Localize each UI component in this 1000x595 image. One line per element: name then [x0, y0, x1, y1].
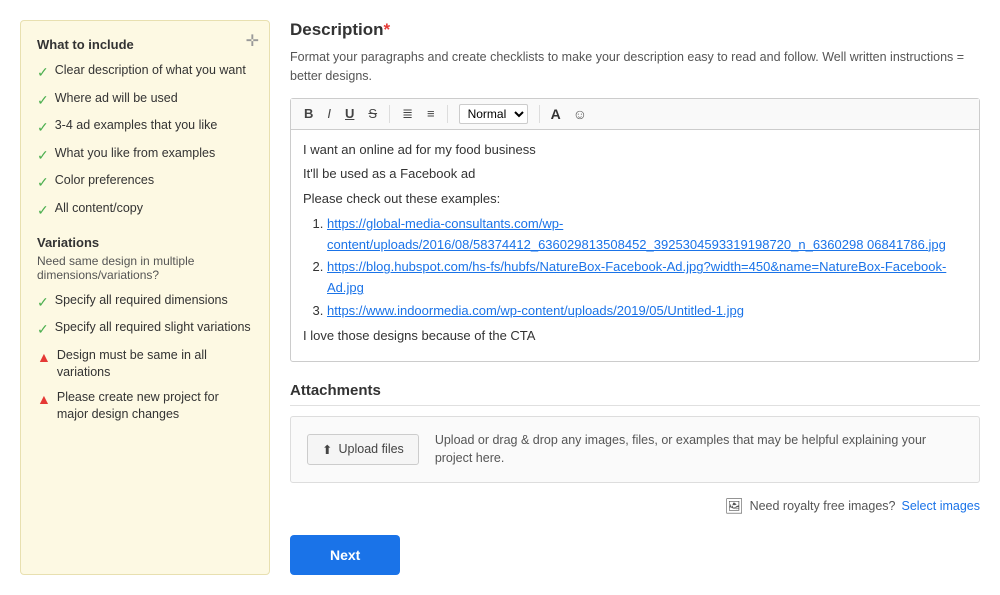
- sidebar-item: ✓ What you like from examples: [37, 145, 253, 166]
- upload-icon: ⬆: [322, 442, 332, 457]
- upload-button[interactable]: ⬆ Upload files: [307, 434, 419, 465]
- sidebar-item: ✓ Clear description of what you want: [37, 62, 253, 83]
- description-subtitle: Format your paragraphs and create checkl…: [290, 48, 980, 86]
- bold-button[interactable]: B: [299, 104, 318, 123]
- upload-label: Upload files: [338, 442, 403, 456]
- move-icon[interactable]: ✛: [246, 31, 259, 51]
- sidebar-item-text: What you like from examples: [55, 145, 215, 163]
- editor-container: B I U S ≣ ≡ Normal Small Large Huge A ☺: [290, 98, 980, 362]
- variations-subtitle: Need same design in multiple dimensions/…: [37, 254, 253, 282]
- sidebar-item-text: Color preferences: [55, 172, 154, 190]
- emoji-icon[interactable]: ☺: [569, 104, 591, 124]
- sidebar-item: ✓ All content/copy: [37, 200, 253, 221]
- font-color-icon[interactable]: A: [547, 104, 565, 124]
- editor-link-2: https://blog.hubspot.com/hs-fs/hubfs/Nat…: [327, 257, 967, 299]
- editor-toolbar: B I U S ≣ ≡ Normal Small Large Huge A ☺: [291, 99, 979, 130]
- underline-button[interactable]: U: [340, 104, 359, 123]
- check-icon: ✓: [37, 201, 49, 221]
- editor-link-3: https://www.indoormedia.com/wp-content/u…: [327, 301, 967, 322]
- warn-icon: ▲: [37, 390, 51, 410]
- main-content: Description* Format your paragraphs and …: [290, 20, 980, 575]
- variation-item: ▲ Please create new project for major des…: [37, 389, 253, 424]
- royalty-text: Need royalty free images?: [750, 499, 896, 513]
- sidebar-item: ✓ Where ad will be used: [37, 90, 253, 111]
- variation-item: ▲ Design must be same in all variations: [37, 347, 253, 382]
- variation-item: ✓ Specify all required slight variations: [37, 319, 253, 340]
- sidebar-item: ✓ 3-4 ad examples that you like: [37, 117, 253, 138]
- strikethrough-button[interactable]: S: [363, 104, 382, 123]
- editor-line-4: I love those designs because of the CTA: [303, 326, 967, 347]
- toolbar-sep-1: [389, 105, 390, 123]
- unordered-list-button[interactable]: ≡: [422, 104, 440, 123]
- variations-title: Variations: [37, 235, 253, 250]
- editor-line-3: Please check out these examples:: [303, 189, 967, 210]
- sidebar-title: What to include: [37, 37, 253, 52]
- italic-button[interactable]: I: [322, 104, 336, 123]
- sidebar-item: ✓ Color preferences: [37, 172, 253, 193]
- warn-icon: ▲: [37, 348, 51, 368]
- check-icon: ✓: [37, 293, 49, 313]
- variation-item-text: Specify all required dimensions: [55, 292, 228, 310]
- next-button[interactable]: Next: [290, 535, 400, 575]
- ordered-list-button[interactable]: ≣: [397, 104, 418, 124]
- check-icon: ✓: [37, 118, 49, 138]
- variation-item-text: Please create new project for major desi…: [57, 389, 253, 424]
- upload-description: Upload or drag & drop any images, files,…: [435, 431, 963, 469]
- variation-item-text: Design must be same in all variations: [57, 347, 253, 382]
- sidebar-item-text: All content/copy: [55, 200, 143, 218]
- image-icon: 🖼: [725, 497, 744, 515]
- sidebar-item-text: 3-4 ad examples that you like: [55, 117, 218, 135]
- toolbar-sep-2: [447, 105, 448, 123]
- editor-link-1: https://global-media-consultants.com/wp-…: [327, 214, 967, 256]
- sidebar-item-text: Clear description of what you want: [55, 62, 246, 80]
- toolbar-sep-3: [539, 105, 540, 123]
- font-size-select[interactable]: Normal Small Large Huge: [459, 104, 528, 124]
- upload-area: ⬆ Upload files Upload or drag & drop any…: [290, 416, 980, 484]
- variation-items-list: ✓ Specify all required dimensions ✓ Specify…: [37, 292, 253, 424]
- page-container: ✛ What to include ✓ Clear description of …: [0, 0, 1000, 595]
- royalty-row: 🖼 Need royalty free images? Select image…: [290, 497, 980, 515]
- sidebar-item-text: Where ad will be used: [55, 90, 178, 108]
- required-star: *: [384, 20, 391, 39]
- editor-wrapper: I want an online ad for my food business…: [291, 130, 979, 361]
- check-icon: ✓: [37, 146, 49, 166]
- check-icon: ✓: [37, 320, 49, 340]
- check-icon: ✓: [37, 63, 49, 83]
- check-icon: ✓: [37, 91, 49, 111]
- sidebar: ✛ What to include ✓ Clear description of …: [20, 20, 270, 575]
- variation-item: ✓ Specify all required dimensions: [37, 292, 253, 313]
- description-title-text: Description: [290, 20, 384, 39]
- description-title: Description*: [290, 20, 980, 40]
- variation-item-text: Specify all required slight variations: [55, 319, 251, 337]
- check-icon: ✓: [37, 173, 49, 193]
- attachments-title: Attachments: [290, 382, 980, 406]
- editor-body[interactable]: I want an online ad for my food business…: [291, 130, 979, 361]
- royalty-link[interactable]: Select images: [901, 499, 980, 513]
- sidebar-items-list: ✓ Clear description of what you want ✓ Wher…: [37, 62, 253, 221]
- editor-line-2: It'll be used as a Facebook ad: [303, 164, 967, 185]
- editor-line-1: I want an online ad for my food business: [303, 140, 967, 161]
